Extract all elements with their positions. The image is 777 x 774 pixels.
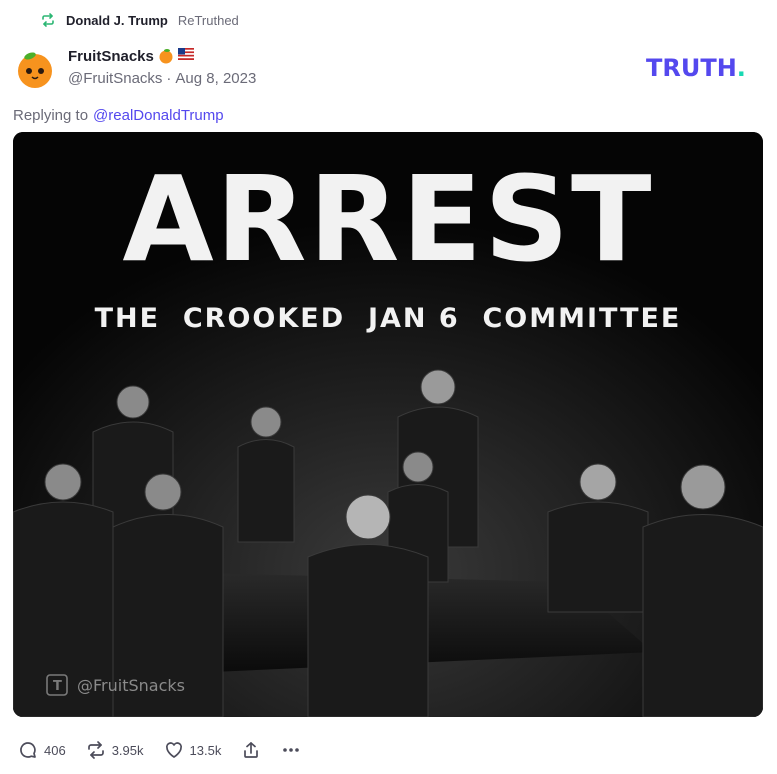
image-headline: ARREST <box>122 150 653 288</box>
handle-line: @FruitSnacks · Aug 8, 2023 <box>68 70 256 87</box>
retruth-button[interactable]: 3.95k <box>86 740 144 760</box>
reply-button[interactable]: 406 <box>18 740 66 760</box>
more-button[interactable] <box>281 740 301 760</box>
avatar[interactable] <box>13 46 57 90</box>
orange-emoji <box>158 48 174 64</box>
action-bar: 406 3.95k 13.5k <box>18 736 321 764</box>
author-block: FruitSnacks @FruitSnacks · Aug 8, 2023 <box>68 46 256 88</box>
retruth-author[interactable]: Donald J. Trump <box>66 13 168 28</box>
retruth-banner: Donald J. Trump ReTruthed <box>40 10 239 30</box>
image-watermark: @FruitSnacks <box>77 676 185 695</box>
handle[interactable]: @FruitSnacks <box>68 70 162 87</box>
separator: · <box>166 70 172 87</box>
share-icon <box>241 740 261 760</box>
retruth-action-icon <box>86 740 106 760</box>
us-flag-emoji <box>177 48 194 64</box>
reply-icon <box>18 740 38 760</box>
post-image[interactable]: ARREST THE CROOKED JAN 6 COMMITTEE T @Fr… <box>13 132 763 717</box>
image-subheadline: THE CROOKED JAN 6 COMMITTEE <box>95 303 682 334</box>
retruth-count: 3.95k <box>111 742 144 758</box>
reply-context: Replying to @realDonaldTrump <box>13 107 224 124</box>
share-button[interactable] <box>241 740 261 760</box>
reply-mention[interactable]: @realDonaldTrump <box>93 107 224 124</box>
heart-icon <box>164 740 184 760</box>
retruth-icon <box>40 12 56 28</box>
more-icon <box>281 740 301 760</box>
reply-count: 406 <box>44 742 66 758</box>
display-name[interactable]: FruitSnacks <box>68 48 154 65</box>
post-date[interactable]: Aug 8, 2023 <box>175 70 256 87</box>
truth-logo: TRUTH. <box>646 54 764 82</box>
post-header: FruitSnacks @FruitSnacks · Aug 8, 2023 T… <box>13 46 764 90</box>
like-count: 13.5k <box>189 742 222 758</box>
retruth-label: ReTruthed <box>177 12 239 28</box>
reply-prefix: Replying to <box>13 107 89 124</box>
truth-logo-text: TRUTH. <box>646 54 746 80</box>
svg-text:T: T <box>53 679 62 694</box>
like-button[interactable]: 13.5k <box>164 740 222 760</box>
